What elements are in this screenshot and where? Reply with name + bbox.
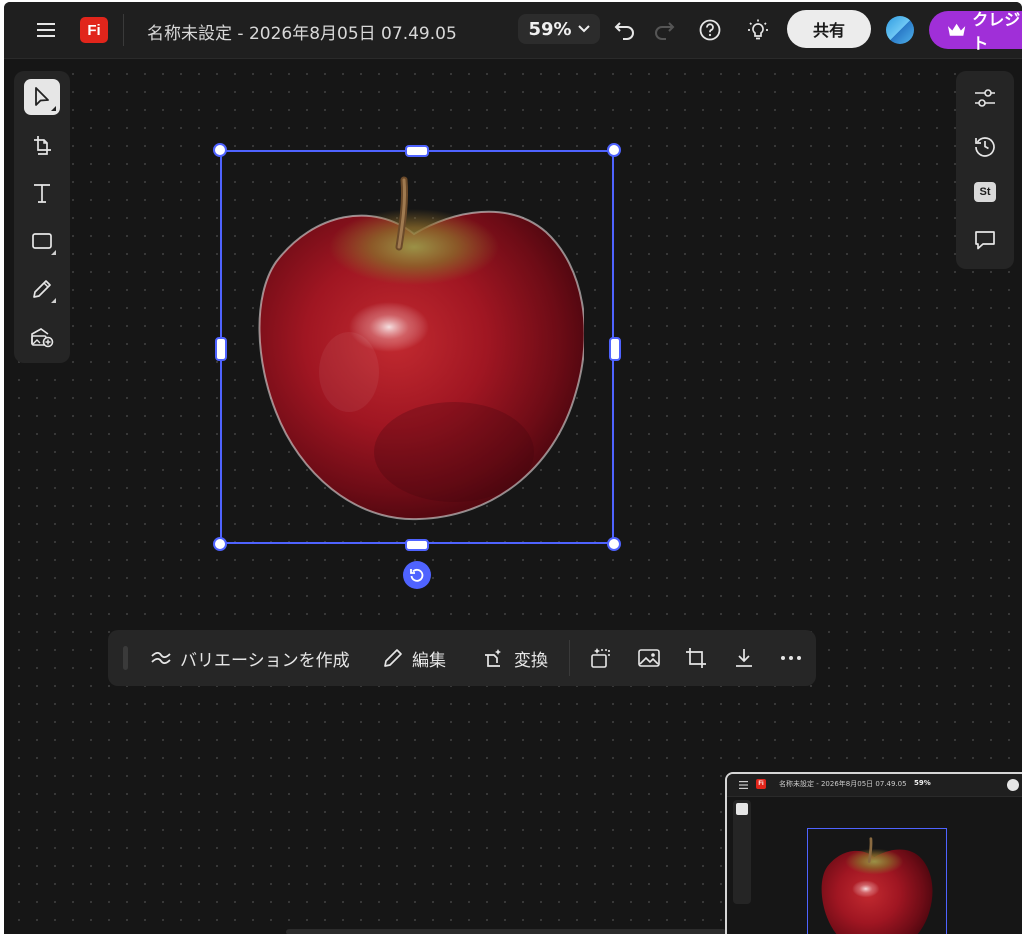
sliders-icon[interactable] xyxy=(970,83,1000,113)
chevron-down-icon xyxy=(577,25,590,33)
mini-share-button xyxy=(1007,779,1019,791)
stock-icon[interactable]: St xyxy=(970,177,1000,207)
mini-zoom-value: 59% xyxy=(914,779,931,787)
zoom-value: 59% xyxy=(528,18,572,40)
pencil-icon xyxy=(384,649,402,667)
premium-button[interactable]: クレジット xyxy=(929,10,1022,53)
zoom-dropdown[interactable]: 59% xyxy=(518,14,600,44)
resize-handle-top-right[interactable] xyxy=(607,143,621,157)
mini-left-toolbar xyxy=(733,800,751,904)
pencil-icon xyxy=(33,280,51,298)
divider xyxy=(123,14,124,46)
text-icon xyxy=(34,184,50,203)
frame-icon xyxy=(34,136,51,155)
more-options-icon[interactable] xyxy=(777,644,805,672)
image-add-icon xyxy=(31,328,54,348)
transform-button[interactable]: 変換 xyxy=(482,644,548,672)
premium-label: クレジット xyxy=(972,10,1022,53)
mini-menu-icon xyxy=(739,781,748,789)
resize-handle-bottom-right[interactable] xyxy=(607,537,621,551)
drag-handle[interactable] xyxy=(123,646,128,670)
add-image-tool[interactable] xyxy=(24,319,60,355)
help-icon[interactable] xyxy=(695,15,725,45)
resize-handle-bottom-left[interactable] xyxy=(213,537,227,551)
shape-tool[interactable] xyxy=(24,223,60,259)
rectangle-icon xyxy=(32,233,52,249)
app-window: Fi 名称未設定 - 2026年8月05日 07.49.05 59% 共有 クレ… xyxy=(4,2,1022,934)
resize-handle-top-left[interactable] xyxy=(213,143,227,157)
mini-logo: Fi xyxy=(756,779,766,789)
text-tool[interactable] xyxy=(24,175,60,211)
undo-icon[interactable] xyxy=(610,15,640,45)
image-icon[interactable] xyxy=(635,644,663,672)
create-variation-label: バリエーションを作成 xyxy=(180,650,350,671)
approx-icon xyxy=(151,651,171,665)
crown-icon xyxy=(947,23,966,36)
lightbulb-icon[interactable] xyxy=(743,15,773,45)
edit-button[interactable]: 編集 xyxy=(382,644,446,672)
selection-box xyxy=(220,150,614,544)
left-toolbar xyxy=(14,71,70,363)
resize-handle-top[interactable] xyxy=(405,145,429,157)
screenshot-thumbnail[interactable]: Fi 名称未設定 - 2026年8月05日 07.49.05 59% xyxy=(725,772,1022,934)
mini-top-bar: Fi 名称未設定 - 2026年8月05日 07.49.05 59% xyxy=(727,774,1022,797)
comment-icon[interactable] xyxy=(970,225,1000,255)
expand-image-icon[interactable] xyxy=(587,644,615,672)
history-icon[interactable] xyxy=(970,131,1000,161)
stock-badge: St xyxy=(974,182,996,202)
hamburger-menu-icon[interactable] xyxy=(34,18,58,42)
download-icon[interactable] xyxy=(730,644,758,672)
divider xyxy=(569,640,570,676)
create-variation-button[interactable]: バリエーションを作成 xyxy=(150,644,350,672)
crop-icon[interactable] xyxy=(682,644,710,672)
transform-label: 変換 xyxy=(514,650,548,671)
rotate-icon[interactable] xyxy=(403,561,431,589)
resize-handle-bottom[interactable] xyxy=(405,539,429,551)
avatar[interactable] xyxy=(886,16,914,44)
resize-handle-right[interactable] xyxy=(609,337,621,361)
document-title[interactable]: 名称未設定 - 2026年8月05日 07.49.05 xyxy=(147,19,457,44)
top-bar: Fi 名称未設定 - 2026年8月05日 07.49.05 59% 共有 クレ… xyxy=(4,2,1022,59)
firefly-logo[interactable]: Fi xyxy=(80,17,108,43)
mini-apple-image xyxy=(821,837,933,934)
transform-icon xyxy=(485,649,501,667)
resize-handle-left[interactable] xyxy=(215,337,227,361)
frame-tool[interactable] xyxy=(24,127,60,163)
context-toolbar: バリエーションを作成 編集 変換 xyxy=(108,630,816,686)
right-toolbar: St xyxy=(956,71,1014,269)
share-button[interactable]: 共有 xyxy=(787,10,871,48)
draw-tool[interactable] xyxy=(24,271,60,307)
redo-icon[interactable] xyxy=(649,15,679,45)
edit-label: 編集 xyxy=(412,650,446,671)
select-tool[interactable] xyxy=(24,79,60,115)
horizontal-scrollbar[interactable] xyxy=(286,929,726,934)
cursor-icon xyxy=(35,87,49,106)
mini-document-title: 名称未設定 - 2026年8月05日 07.49.05 xyxy=(779,780,907,788)
